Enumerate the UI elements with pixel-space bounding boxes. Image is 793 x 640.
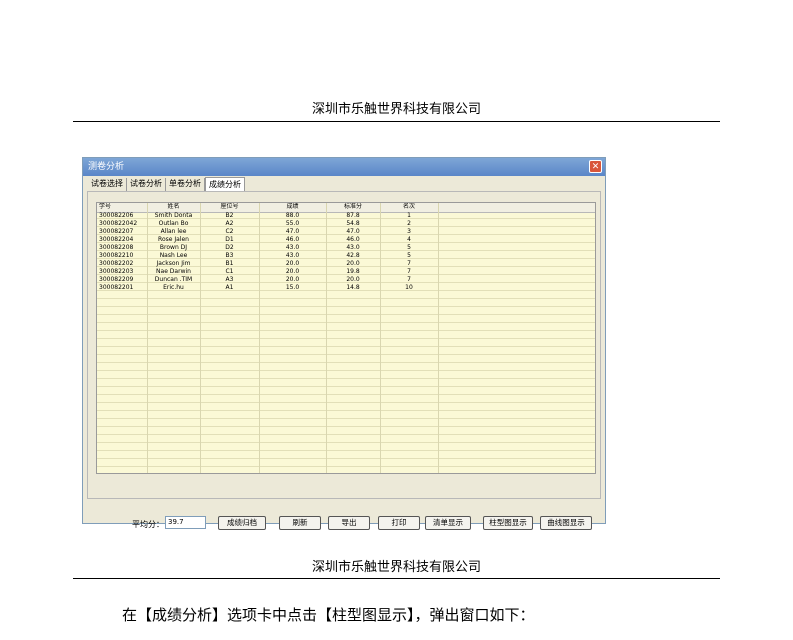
window-titlebar: 测卷分析: [83, 158, 605, 176]
cell-standard-score: 54.8: [346, 220, 360, 227]
cell-score: 20.0: [285, 276, 300, 283]
cell-rank: 5: [407, 252, 411, 259]
cell-standard-score: 20.0: [346, 260, 360, 267]
cell-score: 20.0: [285, 268, 300, 275]
cell-seat: B1: [225, 260, 234, 267]
cell-rank: 7: [407, 268, 411, 275]
header-rule: [73, 121, 720, 122]
average-label: 平均分：: [132, 520, 164, 529]
cell-score: 88.0: [285, 212, 300, 219]
cell-name: Allan lee: [160, 228, 187, 235]
page-header: 深圳市乐触世界科技有限公司: [311, 102, 481, 117]
close-icon[interactable]: ✕: [589, 160, 602, 173]
cell-name: Jackson Jim: [156, 260, 191, 267]
cell-standard-score: 20.0: [346, 276, 360, 283]
average-field[interactable]: 39.7: [165, 516, 206, 529]
cell-rank: 7: [407, 276, 411, 283]
cell-student-id: 300082202: [99, 260, 134, 267]
cell-student-id: 300082201: [99, 284, 134, 291]
tab-paper-select[interactable]: 试卷选择: [88, 178, 127, 191]
cell-name: Smith Donta: [154, 212, 193, 219]
cell-seat: A3: [225, 276, 234, 283]
instruction-text: 在【成绩分析】选项卡中点击【柱型图显示】，弹出窗口如下：: [122, 606, 535, 624]
cell-seat: C1: [225, 268, 234, 275]
cell-name: Rose Jalen: [158, 236, 189, 243]
analysis-window: 测卷分析 ✕ 试卷选择 试卷分析 单卷分析 成绩分析 学号 姓名 座位号 成绩 标准分名…: [82, 157, 606, 530]
cell-score: 46.0: [285, 236, 300, 243]
cell-name: Nash Lee: [159, 252, 188, 259]
cell-seat: A1: [225, 284, 234, 291]
column-divider: [438, 203, 439, 473]
score-table[interactable]: 学号 姓名 座位号 成绩 标准分 名次 300082206 Smith Donta B2 88.0…: [96, 202, 596, 474]
column-header-standard-score[interactable]: 标准分: [326, 203, 380, 211]
line-chart-button[interactable]: 曲线图显示: [540, 516, 592, 530]
cell-name: Nae Darwin: [156, 268, 191, 275]
window-title: 测卷分析: [88, 162, 125, 172]
column-header-score[interactable]: 成绩: [259, 203, 326, 211]
cell-seat: C2: [225, 228, 234, 235]
cell-rank: 1: [407, 212, 411, 219]
cell-seat: D1: [225, 236, 234, 243]
cell-student-id: 300082206: [99, 212, 134, 219]
cell-seat: A2: [225, 220, 234, 227]
tab-score-analysis[interactable]: 成绩分析: [205, 177, 245, 191]
cell-name: Duncan .TIM: [154, 276, 193, 283]
cell-student-id: 300082210: [99, 252, 134, 259]
cell-student-id: 300082204: [99, 236, 134, 243]
cell-student-id: 300082207: [99, 228, 134, 235]
list-view-button[interactable]: 清单显示: [425, 516, 471, 530]
tab-panel: 学号 姓名 座位号 成绩 标准分 名次 300082206 Smith Donta B2 88.0…: [87, 191, 601, 530]
cell-standard-score: 87.8: [346, 212, 360, 219]
column-header-student-id[interactable]: 学号: [99, 203, 147, 211]
cell-standard-score: 47.0: [346, 228, 360, 235]
cell-score: 43.0: [285, 252, 300, 259]
bar-chart-button[interactable]: 柱型图显示: [483, 516, 533, 530]
cell-standard-score: 46.0: [346, 236, 360, 243]
tab-single-paper-analysis[interactable]: 单卷分析: [166, 178, 205, 191]
cell-score: 20.0: [285, 260, 300, 267]
column-header-name[interactable]: 姓名: [147, 203, 200, 211]
cell-student-id: 300082203: [99, 268, 134, 275]
cell-standard-score: 43.0: [346, 244, 360, 251]
cell-student-id: 300082209: [99, 276, 134, 283]
page-header-2: 深圳市乐触世界科技有限公司: [311, 560, 481, 575]
print-button[interactable]: 打印: [378, 516, 420, 530]
cell-rank: 2: [407, 220, 411, 227]
tab-bar: 试卷选择 试卷分析 单卷分析 成绩分析: [88, 177, 245, 191]
cell-rank: 3: [407, 228, 411, 235]
column-header-seat[interactable]: 座位号: [200, 203, 259, 211]
cell-score: 15.0: [285, 284, 300, 291]
cell-rank: 4: [407, 236, 411, 243]
cell-name: Outlan Bo: [158, 220, 189, 227]
cell-rank: 5: [407, 244, 411, 251]
cell-student-id: 3000822042: [99, 220, 138, 227]
tab-paper-analysis[interactable]: 试卷分析: [127, 178, 166, 191]
cell-score: 43.0: [285, 244, 300, 251]
export-button[interactable]: 导出: [328, 516, 370, 530]
cell-score: 55.0: [285, 220, 300, 227]
cell-rank: 7: [407, 260, 411, 267]
cell-name: Eric.hu: [163, 284, 184, 291]
cell-standard-score: 19.8: [346, 268, 360, 275]
header-rule-2: [73, 578, 720, 579]
cell-seat: D2: [225, 244, 234, 251]
refresh-button[interactable]: 刷新: [279, 516, 321, 530]
cell-student-id: 300082208: [99, 244, 134, 251]
archive-scores-button[interactable]: 成绩归档: [218, 516, 266, 530]
cell-score: 47.0: [285, 228, 300, 235]
cell-standard-score: 42.8: [346, 252, 360, 259]
column-header-rank[interactable]: 名次: [380, 203, 438, 211]
cell-rank: 10: [405, 284, 413, 291]
cell-seat: B2: [225, 212, 234, 219]
cell-seat: B3: [225, 252, 234, 259]
cell-standard-score: 14.8: [346, 284, 360, 291]
cell-name: Brown DJ: [159, 244, 188, 251]
